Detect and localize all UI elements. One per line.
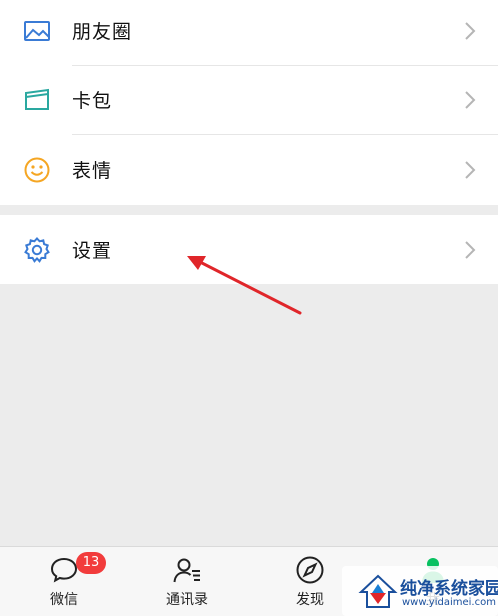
smiley-icon [22, 155, 52, 185]
watermark: 纯净系统家园 www.yidaimei.com [342, 566, 498, 616]
menu-item-card-pack[interactable]: 卡包 [0, 65, 498, 134]
menu-group: 朋友圈 卡包 表情 [0, 0, 498, 205]
chevron-right-icon [465, 90, 476, 109]
menu-item-moments[interactable]: 朋友圈 [0, 0, 498, 65]
settings-group: 设置 [0, 215, 498, 284]
tab-weixin[interactable]: 13 微信 [14, 547, 114, 616]
menu-item-label: 设置 [72, 240, 113, 262]
chevron-right-icon [465, 21, 476, 40]
menu-item-label: 表情 [72, 160, 113, 182]
photo-icon [22, 16, 52, 46]
chat-bubble-icon [50, 557, 78, 583]
chevron-right-icon [465, 240, 476, 259]
tab-contacts[interactable]: 通讯录 [137, 547, 237, 616]
menu-item-stickers[interactable]: 表情 [0, 135, 498, 204]
contacts-icon [173, 558, 200, 583]
menu-item-label: 卡包 [72, 90, 113, 112]
chevron-right-icon [465, 160, 476, 179]
gear-icon [22, 235, 52, 265]
menu-item-settings[interactable]: 设置 [0, 215, 498, 284]
menu-item-label: 朋友圈 [72, 21, 133, 43]
watermark-url: www.yidaimei.com [402, 597, 496, 608]
tab-label: 微信 [50, 592, 78, 608]
house-logo-icon [358, 574, 398, 608]
unread-badge: 13 [76, 552, 106, 574]
compass-icon [296, 556, 324, 584]
watermark-title: 纯净系统家园 [400, 579, 498, 599]
card-icon [22, 85, 52, 115]
tab-label: 通讯录 [166, 592, 208, 608]
